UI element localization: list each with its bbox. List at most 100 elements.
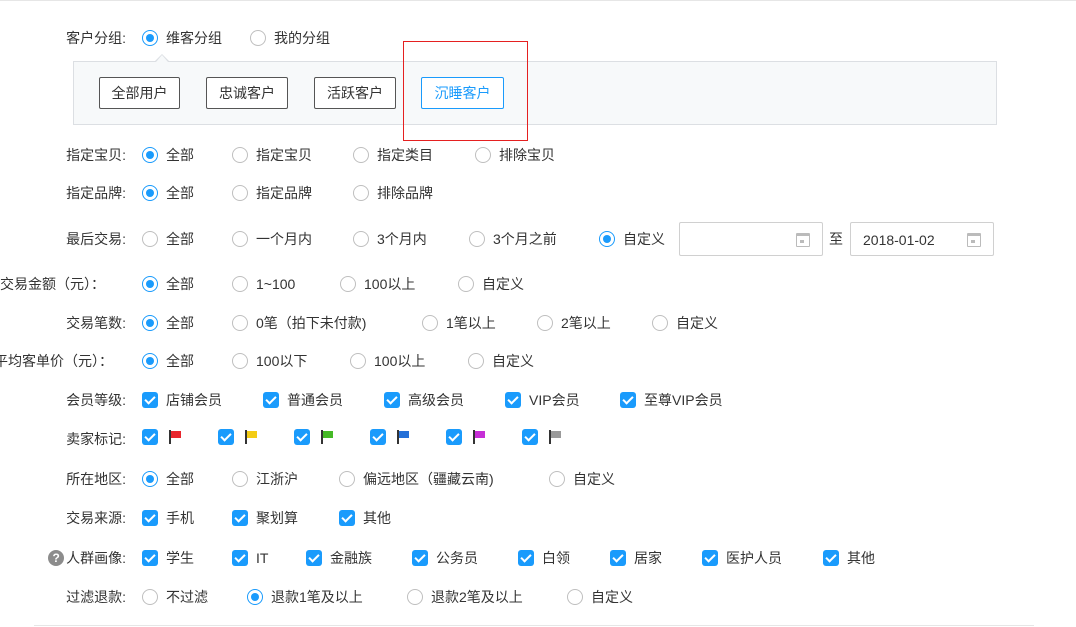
check-flag-blue[interactable]	[370, 429, 410, 445]
check-crowd-civil-servant[interactable]: 公务员	[412, 548, 478, 568]
radio-amount-all[interactable]: 全部	[142, 274, 194, 294]
radio-icon[interactable]	[142, 231, 158, 247]
radio-count-custom[interactable]: 自定义	[652, 313, 718, 333]
checkbox-checked-icon[interactable]	[294, 429, 310, 445]
check-crowd-homemaker[interactable]: 居家	[610, 548, 662, 568]
check-flag-gray[interactable]	[522, 429, 562, 445]
radio-icon-selected[interactable]	[142, 315, 158, 331]
check-flag-yellow[interactable]	[218, 429, 258, 445]
checkbox-checked-icon[interactable]	[446, 429, 462, 445]
radio-count-1plus[interactable]: 1笔以上	[422, 313, 496, 333]
checkbox-checked-icon[interactable]	[370, 429, 386, 445]
radio-icon[interactable]	[652, 315, 668, 331]
radio-icon[interactable]	[232, 185, 248, 201]
radio-refund-none[interactable]: 不过滤	[142, 587, 208, 607]
check-level-senior[interactable]: 高级会员	[384, 390, 464, 410]
check-crowd-white-collar[interactable]: 白领	[518, 548, 570, 568]
checkbox-checked-icon[interactable]	[263, 392, 279, 408]
radio-item-all[interactable]: 全部	[142, 145, 194, 165]
radio-amount-100plus[interactable]: 100以上	[340, 274, 415, 294]
check-crowd-other[interactable]: 其他	[823, 548, 875, 568]
radio-weike-group[interactable]: 维客分组	[142, 28, 222, 48]
end-date-input[interactable]: 2018-01-02	[850, 222, 994, 256]
radio-region-custom[interactable]: 自定义	[549, 469, 615, 489]
radio-amount-1-100[interactable]: 1~100	[232, 274, 295, 294]
radio-refund-1plus[interactable]: 退款1笔及以上	[247, 587, 363, 607]
checkbox-checked-icon[interactable]	[232, 510, 248, 526]
checkbox-checked-icon[interactable]	[823, 550, 839, 566]
radio-icon[interactable]	[232, 231, 248, 247]
checkbox-checked-icon[interactable]	[384, 392, 400, 408]
checkbox-checked-icon[interactable]	[232, 550, 248, 566]
radio-icon-selected[interactable]	[142, 185, 158, 201]
radio-item-exclude[interactable]: 排除宝贝	[475, 145, 555, 165]
radio-region-jzh[interactable]: 江浙沪	[232, 469, 298, 489]
radio-icon[interactable]	[353, 231, 369, 247]
radio-avg-custom[interactable]: 自定义	[468, 351, 534, 371]
radio-icon[interactable]	[549, 471, 565, 487]
radio-avg-all[interactable]: 全部	[142, 351, 194, 371]
checkbox-checked-icon[interactable]	[505, 392, 521, 408]
radio-icon[interactable]	[537, 315, 553, 331]
radio-icon[interactable]	[232, 471, 248, 487]
check-level-vip[interactable]: VIP会员	[505, 390, 580, 410]
segment-all-users-button[interactable]: 全部用户	[99, 77, 180, 109]
calendar-icon[interactable]	[967, 233, 981, 247]
check-source-other[interactable]: 其他	[339, 508, 391, 528]
checkbox-checked-icon[interactable]	[218, 429, 234, 445]
radio-last-1month[interactable]: 一个月内	[232, 229, 312, 249]
check-level-store[interactable]: 店铺会员	[142, 390, 222, 410]
start-date-input[interactable]	[679, 222, 823, 256]
radio-last-all[interactable]: 全部	[142, 229, 194, 249]
check-level-normal[interactable]: 普通会员	[263, 390, 343, 410]
radio-brand-exclude[interactable]: 排除品牌	[353, 183, 433, 203]
radio-icon[interactable]	[475, 147, 491, 163]
radio-icon[interactable]	[340, 276, 356, 292]
radio-region-all[interactable]: 全部	[142, 469, 194, 489]
help-icon[interactable]: ?	[48, 550, 65, 566]
radio-refund-custom[interactable]: 自定义	[567, 587, 633, 607]
radio-icon[interactable]	[407, 589, 423, 605]
checkbox-checked-icon[interactable]	[620, 392, 636, 408]
radio-count-2plus[interactable]: 2笔以上	[537, 313, 611, 333]
segment-active-button[interactable]: 活跃客户	[314, 77, 396, 109]
radio-refund-2plus[interactable]: 退款2笔及以上	[407, 587, 523, 607]
radio-icon[interactable]	[339, 471, 355, 487]
checkbox-checked-icon[interactable]	[142, 510, 158, 526]
radio-icon[interactable]	[458, 276, 474, 292]
checkbox-checked-icon[interactable]	[522, 429, 538, 445]
radio-icon[interactable]	[232, 147, 248, 163]
check-crowd-it[interactable]: IT	[232, 548, 268, 568]
check-flag-purple[interactable]	[446, 429, 486, 445]
check-source-mobile[interactable]: 手机	[142, 508, 194, 528]
radio-icon[interactable]	[142, 589, 158, 605]
radio-icon[interactable]	[469, 231, 485, 247]
radio-icon[interactable]	[232, 276, 248, 292]
radio-avg-100plus[interactable]: 100以上	[350, 351, 425, 371]
radio-icon[interactable]	[422, 315, 438, 331]
radio-icon-selected[interactable]	[142, 30, 158, 46]
radio-icon-selected[interactable]	[142, 353, 158, 369]
radio-last-custom[interactable]: 自定义	[599, 229, 665, 249]
radio-icon-selected[interactable]	[142, 276, 158, 292]
radio-my-group[interactable]: 我的分组	[250, 28, 330, 48]
radio-item-specified[interactable]: 指定宝贝	[232, 145, 312, 165]
check-crowd-finance[interactable]: 金融族	[306, 548, 372, 568]
check-crowd-medical[interactable]: 医护人员	[702, 548, 782, 568]
radio-amount-custom[interactable]: 自定义	[458, 274, 524, 294]
checkbox-checked-icon[interactable]	[339, 510, 355, 526]
radio-brand-specified[interactable]: 指定品牌	[232, 183, 312, 203]
check-crowd-student[interactable]: 学生	[142, 548, 194, 568]
checkbox-checked-icon[interactable]	[412, 550, 428, 566]
check-level-supreme-vip[interactable]: 至尊VIP会员	[620, 390, 723, 410]
radio-icon[interactable]	[468, 353, 484, 369]
radio-brand-all[interactable]: 全部	[142, 183, 194, 203]
radio-icon[interactable]	[232, 353, 248, 369]
radio-count-zero[interactable]: 0笔（拍下未付款)	[232, 313, 366, 333]
radio-count-all[interactable]: 全部	[142, 313, 194, 333]
calendar-icon[interactable]	[796, 233, 810, 247]
radio-last-3months[interactable]: 3个月内	[353, 229, 427, 249]
radio-icon-selected[interactable]	[247, 589, 263, 605]
checkbox-checked-icon[interactable]	[518, 550, 534, 566]
segment-loyal-button[interactable]: 忠诚客户	[206, 77, 288, 109]
